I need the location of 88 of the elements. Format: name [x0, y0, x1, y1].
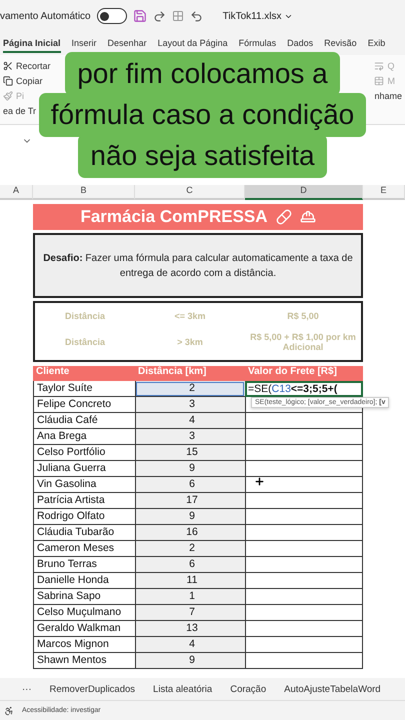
table-cell: Vin Gasolina: [33, 477, 135, 493]
table-cell: 13: [135, 621, 245, 637]
grid-icon[interactable]: [172, 10, 184, 22]
ribbon-tab[interactable]: Layout da Página: [158, 34, 228, 52]
ribbon-button[interactable]: Copiar: [3, 76, 43, 86]
table-cell: 3: [135, 429, 245, 445]
table-cell: Patrícia Artista: [33, 493, 135, 509]
autosave-toggle[interactable]: [96, 8, 127, 24]
table-cell: 16: [135, 525, 245, 541]
table-cell: 4: [135, 413, 245, 429]
ribbon-tab[interactable]: Página Inicial: [3, 34, 61, 52]
sheet-tab[interactable]: RemoverDuplicados: [50, 684, 136, 694]
save-icon[interactable]: [132, 9, 147, 23]
copy-icon: [3, 76, 13, 86]
table-header: Cliente: [33, 366, 135, 381]
sheet-tab[interactable]: Lista aleatória: [153, 684, 212, 694]
ribbon-tab[interactable]: Dados: [287, 34, 314, 52]
caption-text: fórmula caso a condição: [38, 93, 366, 137]
table-cell: 2: [135, 381, 245, 397]
column-header[interactable]: D: [245, 185, 363, 200]
table-cell: Sabrina Sapo: [33, 589, 135, 605]
table-header: Distância [km]: [135, 366, 245, 381]
sheet-title-banner: Farmácia ComPRESSA: [33, 204, 363, 230]
accessibility-icon: [4, 706, 14, 716]
table-cell: 3: [135, 397, 245, 413]
table-cell: Rodrigo Olfato: [33, 509, 135, 525]
caption-text: não seja satisfeita: [78, 134, 327, 178]
file-name[interactable]: TikTok11.xlsx: [222, 10, 293, 22]
group-label: ea de Tr: [3, 106, 36, 116]
table-cell: 9: [135, 461, 245, 477]
table-cell: Marcos Mignon: [33, 637, 135, 653]
table-cell: Ana Brega: [33, 429, 135, 445]
table-cell: 7: [135, 605, 245, 621]
table-cell: 9: [135, 509, 245, 525]
rule-condition: > 3km: [176, 337, 204, 348]
merge-cells-icon: [374, 76, 384, 86]
rule-fee: R$ 5,00: [286, 310, 320, 321]
table-cell: Celso Portfólio: [33, 445, 135, 461]
group-label: nhame: [374, 91, 402, 101]
ribbon-tab[interactable]: Inserir: [72, 34, 97, 52]
table-cell: 4: [135, 637, 245, 653]
table-cell: Cláudia Café: [33, 413, 135, 429]
table-cell: Danielle Honda: [33, 573, 135, 589]
ribbon-tab[interactable]: Fórmulas: [238, 34, 276, 52]
rule-fee: R$ 5,00 + R$ 1,00 por km Adicional: [249, 332, 357, 352]
wrap-text-icon: [374, 61, 384, 71]
table-cell: 2: [135, 541, 245, 557]
column-header[interactable]: E: [363, 185, 405, 200]
paintbrush-icon: [3, 91, 13, 101]
ribbon-tab[interactable]: Revisão: [324, 34, 357, 52]
pill-icon: [276, 209, 292, 225]
rule-label: Distância: [64, 310, 106, 321]
ribbon-tab[interactable]: Desenhar: [108, 34, 147, 52]
hard-hat-icon: [300, 209, 316, 225]
table-cell: Taylor Suíte: [33, 381, 135, 397]
table-cell: Cameron Meses: [33, 541, 135, 557]
table-cell: 1: [135, 589, 245, 605]
redo-icon[interactable]: [152, 10, 166, 22]
table-cell: Celso Muçulmano: [33, 605, 135, 621]
ribbon-tab[interactable]: Exib: [368, 34, 386, 52]
table-cell: Shawn Mentos: [33, 653, 135, 669]
table-cell: 15: [135, 445, 245, 461]
ribbon-button[interactable]: Recortar: [3, 61, 51, 71]
caption-text: por fim colocamos a: [65, 52, 340, 96]
cell-cursor-icon: [254, 476, 265, 487]
undo-icon[interactable]: [190, 10, 203, 22]
table-header: Valor do Frete [R$]: [245, 366, 363, 381]
rule-label: Distância: [64, 337, 106, 348]
table-cell: 9: [135, 653, 245, 669]
formula-input[interactable]: =SE(C13<=3;5;5+(: [245, 381, 363, 397]
table-cell: Geraldo Walkman: [33, 621, 135, 637]
autosave-label: vamento Automático: [0, 10, 91, 22]
more-tabs-button[interactable]: ···: [22, 684, 32, 694]
table-cell: 6: [135, 477, 245, 493]
column-header[interactable]: A: [0, 185, 33, 200]
sheet-tab[interactable]: AutoAjusteTabelaWord: [284, 684, 381, 694]
table-cell: Bruno Terras: [33, 557, 135, 573]
table-cell: 11: [135, 573, 245, 589]
table-cell: 17: [135, 493, 245, 509]
column-header[interactable]: B: [33, 185, 135, 200]
rule-condition: <= 3km: [173, 310, 207, 321]
scissors-icon: [3, 61, 13, 71]
table-cell: 6: [135, 557, 245, 573]
challenge-text: Desafio: Fazer uma fórmula para calcular automaticamente a taxa de entrega de acordo com a distância.: [33, 233, 363, 298]
table-cell: Juliana Guerra: [33, 461, 135, 477]
table-cell: Felipe Concreto: [33, 397, 135, 413]
table-cell: Cláudia Tubarão: [33, 525, 135, 541]
sheet-tab[interactable]: Coração: [230, 684, 266, 694]
